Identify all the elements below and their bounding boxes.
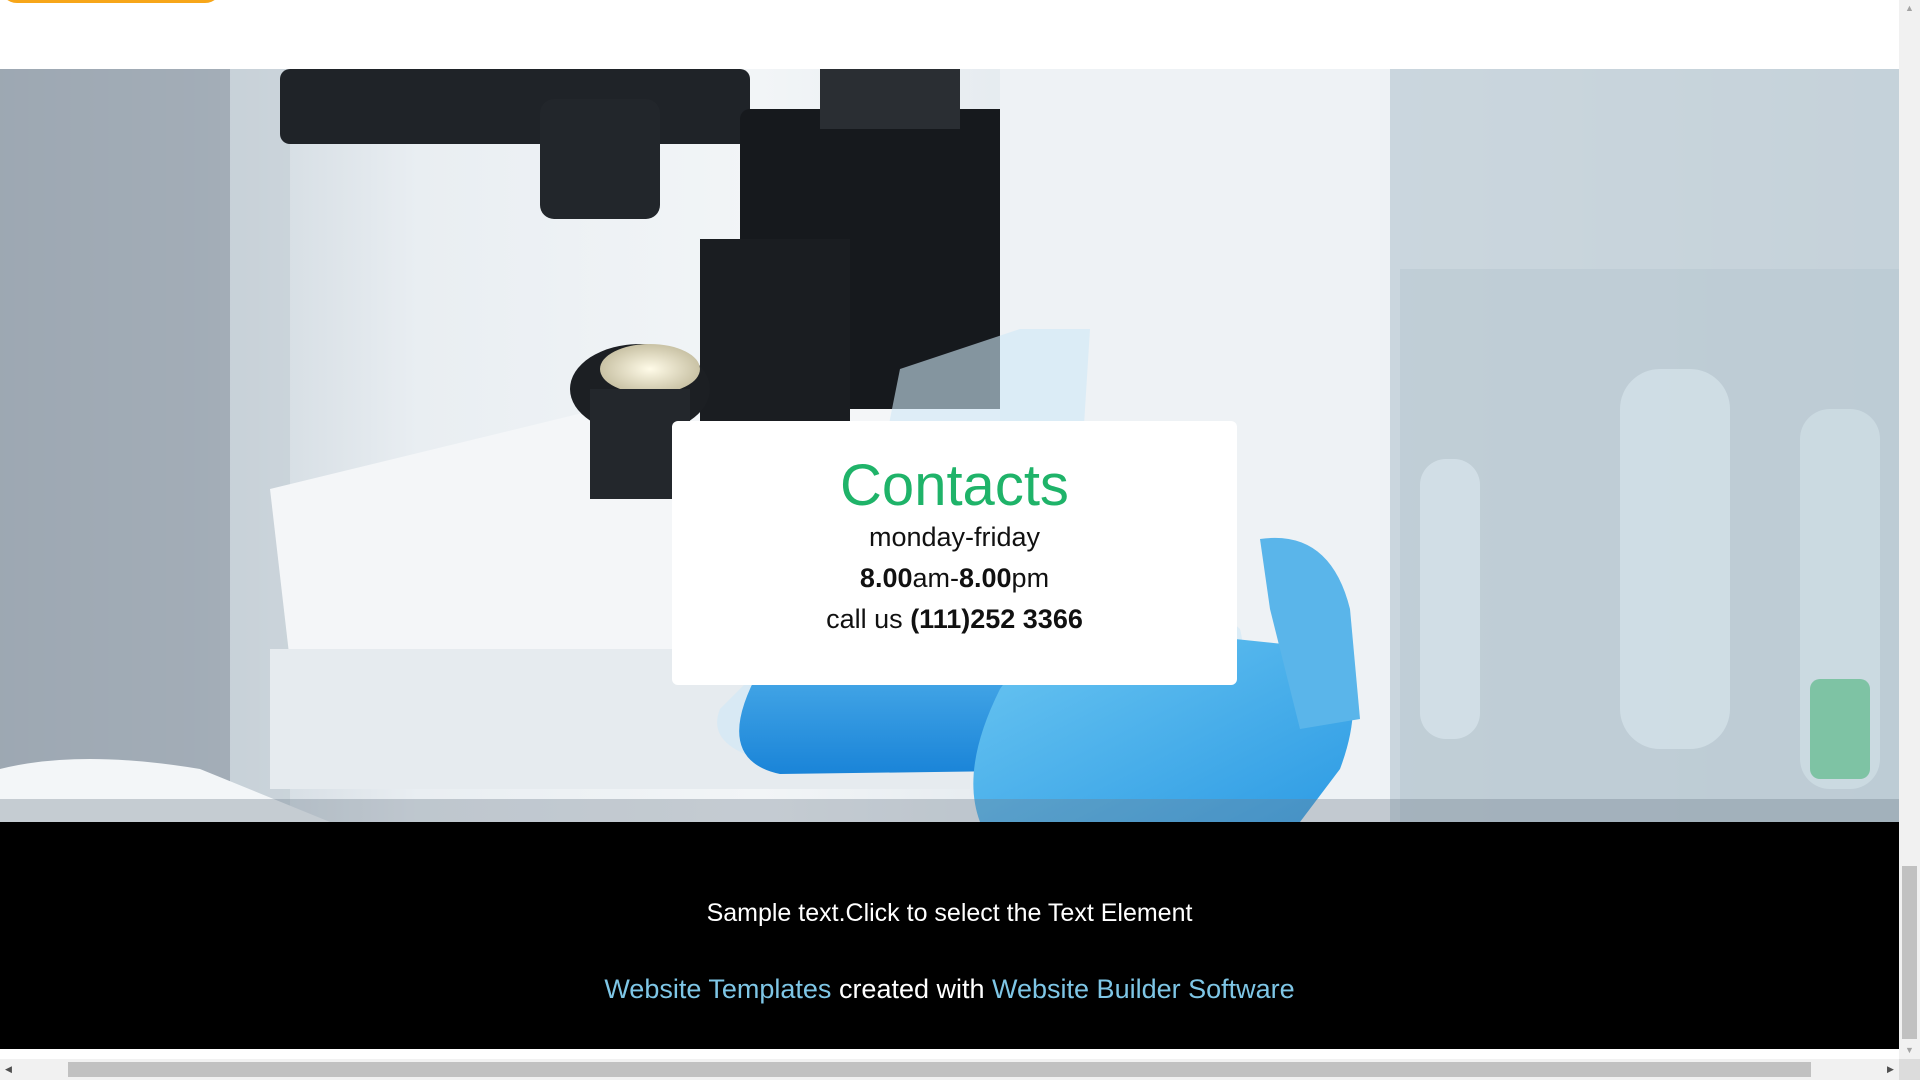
scroll-right-arrow-icon[interactable]: ▶ xyxy=(1882,1059,1899,1080)
created-with-text: created with xyxy=(831,974,993,1004)
contacts-card: Contacts monday-friday 8.00am-8.00pm cal… xyxy=(672,421,1237,685)
vertical-scrollbar[interactable]: ▲ ▼ xyxy=(1899,0,1920,1059)
phone-number[interactable]: (111)252 3366 xyxy=(910,604,1083,634)
header-strip xyxy=(0,0,1899,69)
contacts-days: monday-friday xyxy=(868,522,1041,552)
hours-open-number: 8.00 xyxy=(859,563,913,593)
footer-credits: Website Templates created with Website B… xyxy=(0,973,1899,1005)
scrollbar-corner xyxy=(1899,1059,1920,1080)
page-bottom-strip xyxy=(0,1049,1899,1059)
scroll-up-arrow-icon[interactable]: ▲ xyxy=(1899,0,1920,17)
vertical-scroll-thumb[interactable] xyxy=(1902,866,1917,1039)
website-templates-link[interactable]: Website Templates xyxy=(604,974,831,1004)
contacts-hours: 8.00am-8.00pm xyxy=(672,558,1237,599)
hours-close-suffix: pm xyxy=(1011,563,1050,593)
orange-button-edge[interactable] xyxy=(0,0,222,3)
footer-sample-text[interactable]: Sample text.Click to select the Text Ele… xyxy=(0,898,1899,928)
hours-close-number: 8.00 xyxy=(958,563,1012,593)
scroll-left-arrow-icon[interactable]: ◀ xyxy=(0,1059,17,1080)
hours-open-suffix: am- xyxy=(912,563,959,593)
website-builder-link[interactable]: Website Builder Software xyxy=(992,974,1295,1004)
hero-lab-image: Contacts monday-friday 8.00am-8.00pm cal… xyxy=(0,69,1899,822)
footer: Sample text.Click to select the Text Ele… xyxy=(0,822,1899,1049)
call-prefix: call us xyxy=(826,604,911,634)
contacts-title: Contacts xyxy=(840,453,1069,518)
web-page: Contacts monday-friday 8.00am-8.00pm cal… xyxy=(0,0,1899,1049)
horizontal-scrollbar[interactable]: ◀ ▶ xyxy=(0,1059,1899,1080)
scroll-down-arrow-icon[interactable]: ▼ xyxy=(1899,1042,1920,1059)
horizontal-scroll-thumb[interactable] xyxy=(68,1062,1811,1077)
contacts-phone-line: call us (111)252 3366 xyxy=(672,599,1237,640)
